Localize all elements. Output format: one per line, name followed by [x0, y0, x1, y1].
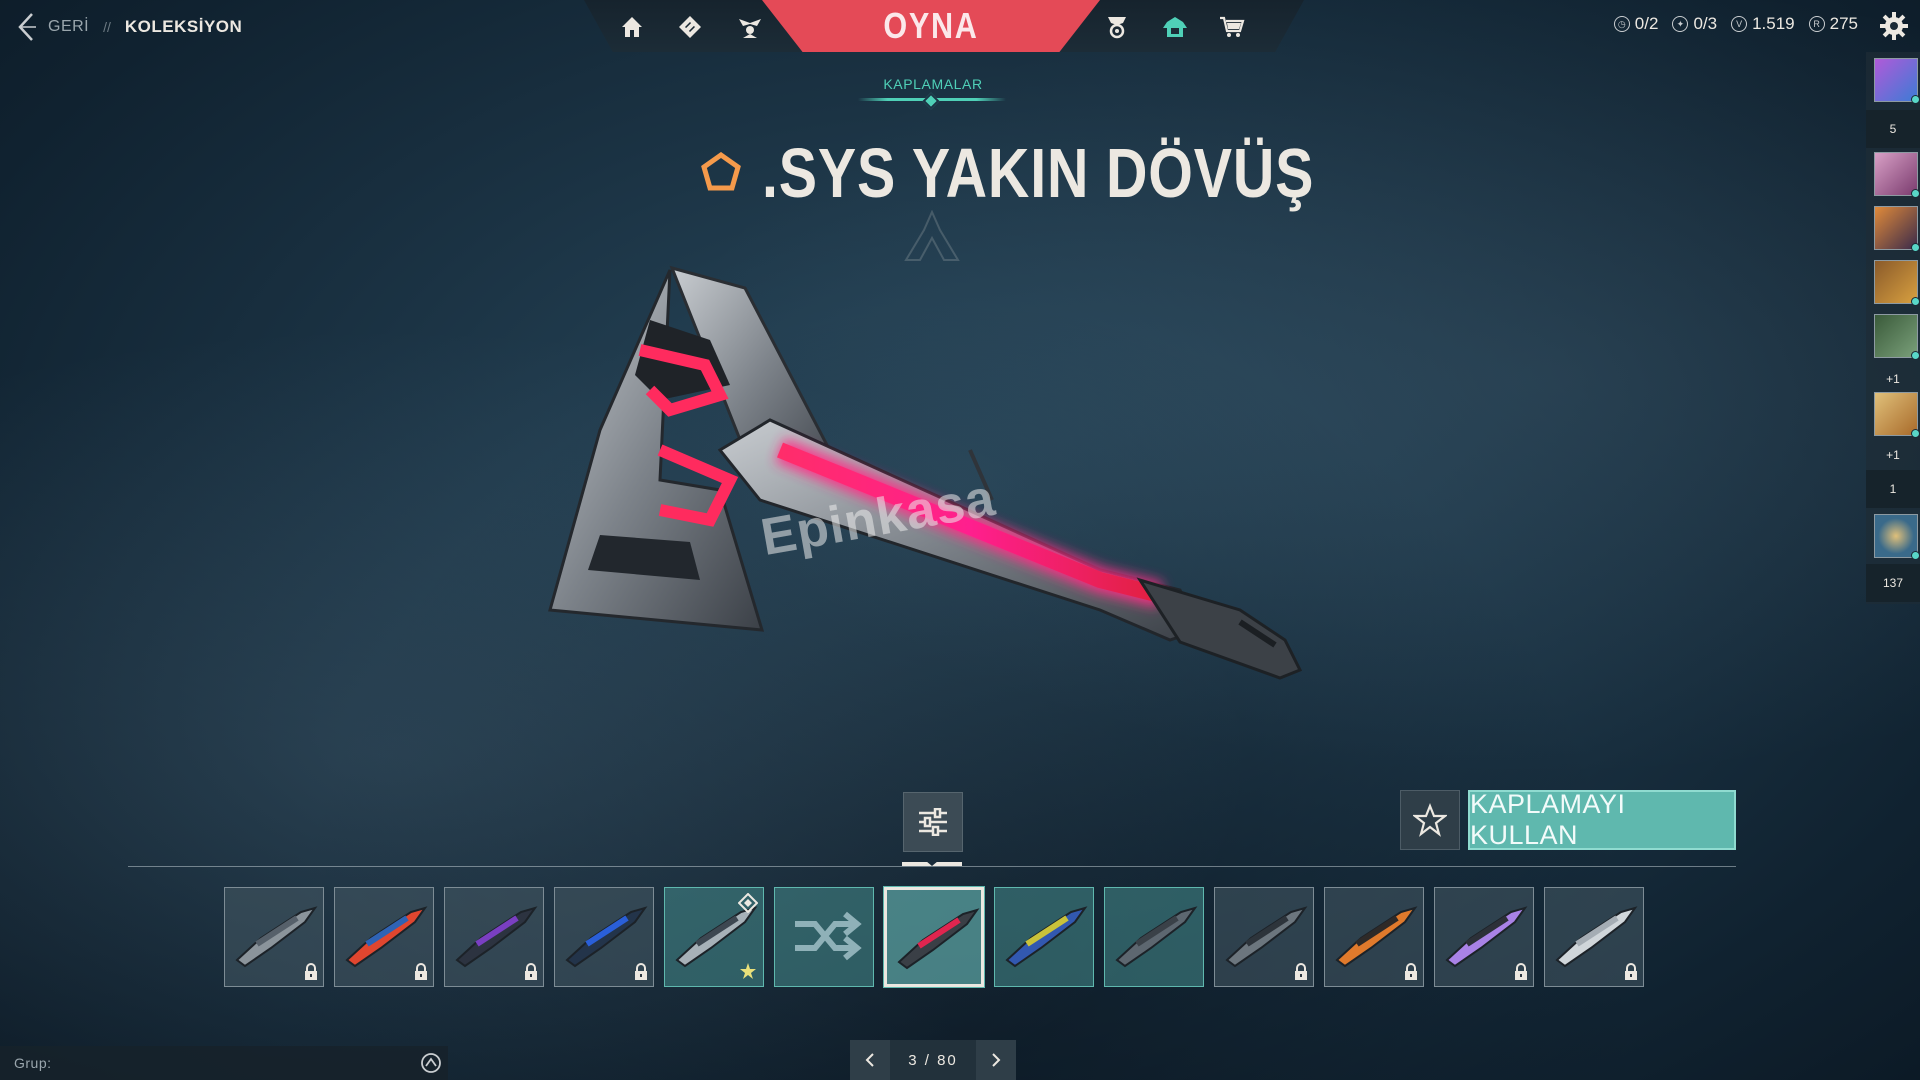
- favorite-button[interactable]: [1400, 790, 1460, 850]
- skin-slot[interactable]: [334, 887, 434, 987]
- lock-icon: [525, 963, 537, 980]
- currency-bar: ◷ 0/2 ✦ 0/3 V 1.519 R 275: [1613, 14, 1858, 34]
- social-rail: 5 +1 +1 1 137: [1866, 52, 1920, 604]
- group-input[interactable]: [70, 1046, 410, 1080]
- pager-indicator: 3 / 80: [890, 1040, 976, 1080]
- skin-thumbnail: [1115, 906, 1198, 968]
- friend-avatar-2[interactable]: [1874, 152, 1920, 198]
- item-name: .SYS YAKIN DÖVÜŞ: [762, 134, 1315, 212]
- skin-slot[interactable]: [664, 887, 764, 987]
- friend-avatar-5[interactable]: [1874, 314, 1920, 360]
- home-icon[interactable]: [617, 12, 647, 42]
- group-invite-icon[interactable]: [420, 1052, 442, 1074]
- skin-slot[interactable]: [1544, 887, 1644, 987]
- chevron-right-icon: [992, 1053, 1001, 1067]
- store-icon[interactable]: [1217, 12, 1247, 42]
- chevron-left-icon: [865, 1053, 874, 1067]
- play-label: OYNA: [883, 5, 979, 46]
- skin-thumbnail: [897, 908, 980, 970]
- online-status-dot: [1911, 243, 1920, 252]
- skin-slot[interactable]: [1434, 887, 1534, 987]
- strip-divider: [128, 866, 1736, 867]
- vp-value: 1.519: [1752, 14, 1795, 33]
- battlepass-icon[interactable]: [1102, 12, 1132, 42]
- breadcrumb-separator: //: [103, 19, 111, 35]
- league-avatar[interactable]: [1874, 514, 1920, 560]
- skin-slot[interactable]: [994, 887, 1094, 987]
- online-status-dot: [1911, 95, 1920, 104]
- lock-icon: [415, 963, 427, 980]
- sliders-icon: [919, 808, 947, 836]
- lock-icon: [1405, 963, 1417, 980]
- skin-slot[interactable]: [444, 887, 544, 987]
- friend-avatar-3[interactable]: [1874, 206, 1920, 252]
- rail-count-1: 5: [1889, 122, 1897, 136]
- back-arrow-icon: [18, 13, 36, 41]
- rp-value: 275: [1829, 14, 1858, 33]
- tier-pentagon-icon: [701, 152, 741, 191]
- pager: 3 / 80: [850, 1040, 1016, 1080]
- top-bar: GERİ // KOLEKSİYON OYNA ◷ 0/2 ✦ 0/3 V 1.…: [0, 0, 1920, 54]
- star-outline-icon: [1413, 803, 1447, 837]
- friend-avatar-4[interactable]: [1874, 260, 1920, 306]
- rp-stat[interactable]: R 275: [1808, 14, 1858, 34]
- skin-slot[interactable]: [1324, 887, 1424, 987]
- missions-value: 0/2: [1634, 14, 1659, 33]
- rail-count-5: 137: [1882, 576, 1904, 590]
- weekly-value: 0/3: [1693, 14, 1718, 33]
- rail-count-3: +1: [1886, 448, 1900, 462]
- pager-text: 3 / 80: [908, 1051, 958, 1069]
- breadcrumb-current: KOLEKSİYON: [124, 17, 243, 36]
- lock-icon: [1295, 963, 1307, 980]
- rail-count-4: 1: [1889, 482, 1897, 496]
- weekly-icon: ✦: [1672, 16, 1689, 32]
- pager-prev-button[interactable]: [850, 1040, 890, 1080]
- play-button[interactable]: OYNA: [762, 0, 1100, 52]
- lock-icon: [635, 963, 647, 980]
- lock-icon: [1515, 963, 1527, 980]
- friend-avatar-6[interactable]: [1874, 392, 1920, 438]
- lock-icon: [1625, 963, 1637, 980]
- online-status-dot: [1911, 551, 1920, 560]
- radianite-icon: R: [1808, 16, 1825, 32]
- valorant-points-icon: V: [1731, 16, 1748, 32]
- missions-stat[interactable]: ◷ 0/2: [1613, 14, 1659, 34]
- career-icon[interactable]: [675, 12, 705, 42]
- skin-slot[interactable]: [554, 887, 654, 987]
- skin-slot[interactable]: [884, 887, 984, 987]
- clock-icon: ◷: [1613, 16, 1630, 32]
- item-title-row: .SYS YAKIN DÖVÜŞ: [700, 134, 1435, 212]
- rail-count-2: +1: [1886, 372, 1900, 386]
- tab-indicator: [922, 92, 940, 110]
- skin-thumbnail: [1005, 906, 1088, 968]
- skin-slot[interactable]: [1104, 887, 1204, 987]
- skin-slot[interactable]: [774, 887, 874, 987]
- lock-icon: [305, 963, 317, 980]
- collection-icon[interactable]: [1160, 12, 1190, 42]
- equip-skin-button[interactable]: KAPLAMAYI KULLAN: [1468, 789, 1736, 850]
- equip-skin-label: KAPLAMAYI KULLAN: [1470, 789, 1626, 850]
- settings-gear-icon[interactable]: [1878, 10, 1910, 42]
- pager-next-button[interactable]: [976, 1040, 1016, 1080]
- online-status-dot: [1911, 429, 1920, 438]
- breadcrumb-back[interactable]: GERİ: [48, 18, 89, 36]
- tab-skins-label: KAPLAMALAR: [883, 76, 983, 92]
- online-status-dot: [1911, 351, 1920, 360]
- friend-avatar-1[interactable]: [1874, 58, 1920, 104]
- skin-slot[interactable]: [224, 887, 324, 987]
- vp-stat[interactable]: V 1.519: [1731, 14, 1795, 34]
- agents-icon[interactable]: [735, 12, 765, 42]
- weekly-stat[interactable]: ✦ 0/3: [1672, 14, 1717, 34]
- variant-diamond-icon: [738, 893, 758, 913]
- back-button[interactable]: GERİ // KOLEKSİYON: [14, 8, 242, 46]
- online-status-dot: [1911, 189, 1920, 198]
- group-label: Grup:: [14, 1055, 52, 1071]
- skin-slot[interactable]: [1214, 887, 1314, 987]
- tab-skins[interactable]: KAPLAMALAR: [860, 74, 1006, 93]
- skin-strip: [224, 887, 1644, 987]
- favorite-star-icon: [740, 963, 756, 979]
- shuffle-icon: [795, 911, 862, 961]
- filter-button[interactable]: [903, 792, 963, 852]
- online-status-dot: [1911, 297, 1920, 306]
